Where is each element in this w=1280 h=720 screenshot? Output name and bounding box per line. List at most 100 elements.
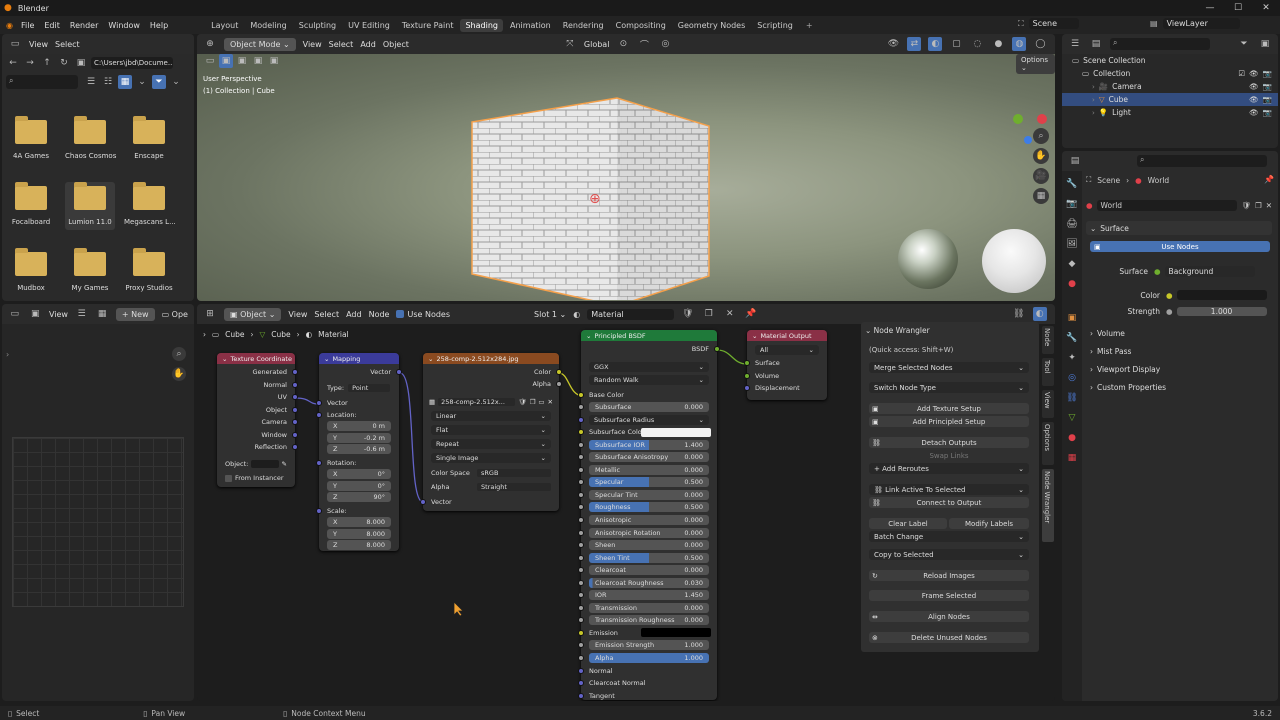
menu-view[interactable]: View: [49, 310, 68, 319]
workspace-tab-sculpting[interactable]: Sculpting: [294, 19, 341, 32]
input-sheen-field[interactable]: Sheen 0.000: [589, 540, 709, 551]
from-instancer-checkbox[interactable]: [225, 474, 232, 482]
strength-field[interactable]: 1.000: [1176, 306, 1267, 316]
constraints-tab-icon[interactable]: ⛓: [1065, 391, 1079, 405]
filter-dropdown-icon[interactable]: ⌄: [169, 75, 183, 89]
input-transmission-field[interactable]: Transmission 0.000: [589, 602, 709, 613]
gizmo-x-axis[interactable]: [1037, 114, 1047, 124]
object-picker-field[interactable]: [251, 460, 279, 468]
switch-node-type-dropdown[interactable]: Switch Node Type ⌄: [869, 382, 1029, 393]
node-header[interactable]: ⌄ 258-comp-2.512x284.jpg: [423, 353, 559, 364]
use-nodes-button[interactable]: ▣ Use Nodes: [1090, 241, 1270, 252]
extension-dropdown[interactable]: Repeat ⌄: [431, 439, 551, 449]
gizmo-icon[interactable]: ⇄: [907, 37, 922, 51]
maximize-button[interactable]: ☐: [1224, 0, 1252, 16]
input-ior-field[interactable]: IOR 1.450: [589, 590, 709, 601]
folder-item[interactable]: Proxy Studios: [124, 248, 174, 296]
output-socket[interactable]: [292, 431, 298, 438]
input-socket[interactable]: [578, 441, 584, 448]
node-header[interactable]: ⌄ Texture Coordinate: [217, 353, 295, 364]
input-subsurface-ior-field[interactable]: Subsurface IOR 1.400: [589, 439, 709, 450]
sidebar-tab-tool[interactable]: Tool: [1042, 358, 1054, 386]
menu-window[interactable]: Window: [108, 21, 140, 30]
list-view-icon[interactable]: ☰: [84, 75, 98, 89]
expand-arrow-icon[interactable]: ›: [1092, 109, 1095, 117]
visibility-icon[interactable]: 👁: [886, 37, 900, 51]
source-dropdown[interactable]: Single Image ⌄: [431, 453, 551, 463]
node-header[interactable]: ⌄ Mapping: [319, 353, 399, 364]
world-datablock-selector[interactable]: ● World 🛡 ❐ ✕: [1086, 198, 1272, 212]
outliner-item-camera[interactable]: › 🎥 Camera 👁 📷: [1062, 80, 1278, 93]
image-canvas-grid[interactable]: [12, 437, 184, 607]
folder-item[interactable]: Enscape: [124, 116, 174, 164]
editor-type-icon[interactable]: ▭: [8, 37, 22, 51]
input-socket[interactable]: [578, 542, 584, 549]
new-image-button[interactable]: + New: [115, 307, 155, 321]
workspace-tab-shading[interactable]: Shading: [460, 18, 503, 32]
folder-item[interactable]: Lumion 11.0: [65, 182, 115, 230]
shading-wire-icon[interactable]: ◌: [970, 37, 984, 51]
input-clearcoat-field[interactable]: Clearcoat 0.000: [589, 565, 709, 576]
input-socket[interactable]: [578, 454, 584, 461]
outliner-item-cube[interactable]: › ▽ Cube 👁 📷: [1062, 93, 1278, 106]
node-wrangler-title[interactable]: ⌄ Node Wrangler: [865, 326, 930, 335]
surface-shader-dropdown[interactable]: Background: [1164, 265, 1255, 277]
eyedropper-icon[interactable]: ✎: [282, 460, 287, 468]
rot-y-field[interactable]: Y 0°: [327, 480, 391, 491]
add-workspace-icon[interactable]: +: [806, 21, 813, 30]
viewport-canvas[interactable]: ▭ ▣ ▣ ▣ ▣ User Perspective (1) Collectio…: [197, 54, 1055, 301]
menu-edit[interactable]: Edit: [44, 21, 60, 30]
frame-selected-button[interactable]: Frame Selected: [869, 590, 1029, 601]
color-swatch[interactable]: [641, 427, 711, 437]
input-socket[interactable]: [578, 579, 584, 586]
3d-viewport[interactable]: ⊕ Object Mode ⌄ View Select Add Object ⤧…: [197, 34, 1055, 301]
folder-item[interactable]: Chaos Cosmos: [65, 116, 116, 164]
data-tab-icon[interactable]: ▽: [1065, 411, 1079, 425]
loc-x-field[interactable]: X0 m: [327, 421, 391, 431]
back-icon[interactable]: ←: [6, 56, 20, 70]
alpha-mode-dropdown[interactable]: Straight: [477, 483, 551, 491]
add-reroutes-dropdown[interactable]: + Add Reroutes ⌄: [869, 463, 1029, 474]
viewlayer-selector[interactable]: ▤ ViewLayer: [1150, 18, 1240, 29]
scale-socket[interactable]: [316, 508, 322, 514]
sidebar-tab-node[interactable]: Node: [1042, 326, 1054, 354]
panel-volume[interactable]: › Volume: [1086, 327, 1272, 339]
rot-z-field[interactable]: Z 90°: [327, 492, 391, 502]
loc-y-field[interactable]: Y -0.2 m: [327, 432, 391, 443]
loc-z-field[interactable]: Z -0.6 m: [327, 444, 391, 454]
scl-y-field[interactable]: Y 8.000: [327, 528, 391, 539]
select-box-icon[interactable]: ▭: [203, 54, 217, 68]
gizmo-z-axis[interactable]: [1024, 136, 1032, 144]
blender-menu-icon[interactable]: ◉: [6, 21, 13, 30]
xray-icon[interactable]: ▢: [949, 37, 963, 51]
material-output-node[interactable]: ⌄ Material Output All ⌄ Surface Volume Disp…: [744, 330, 827, 400]
visibility-eye-icon[interactable]: 👁: [1249, 95, 1259, 104]
output-socket[interactable]: [292, 419, 298, 425]
folder-item[interactable]: 4A Games: [6, 116, 56, 164]
input-anisotropic-rotation-field[interactable]: Anisotropic Rotation 0.000: [589, 527, 709, 538]
workspace-tab-scripting[interactable]: Scripting: [752, 19, 798, 32]
shading-rendered-icon[interactable]: ◯: [1033, 37, 1047, 51]
output-socket[interactable]: [292, 394, 298, 400]
material-tab-icon[interactable]: ●: [1065, 431, 1079, 445]
editor-type-icon[interactable]: ▤: [1068, 154, 1082, 168]
link-active-to-selected-dropdown[interactable]: ⛓ Link Active To Selected ⌄: [869, 484, 1029, 495]
modifier-tab-icon[interactable]: 🔧: [1065, 331, 1079, 345]
node-header[interactable]: ⌄ Principled BSDF: [581, 330, 717, 341]
new-collection-icon[interactable]: ▣: [1258, 37, 1272, 51]
input-socket[interactable]: [578, 491, 584, 498]
visibility-eye-icon[interactable]: 👁: [1249, 82, 1259, 91]
folder-item[interactable]: My Games: [65, 248, 115, 296]
select-subtract-icon[interactable]: ▣: [251, 54, 265, 68]
menu-render[interactable]: Render: [70, 21, 98, 30]
scene-tab-icon[interactable]: ◆: [1065, 257, 1079, 271]
base-color-socket[interactable]: [578, 392, 584, 398]
input-alpha-field[interactable]: Alpha 1.000: [589, 653, 709, 663]
input-roughness-field[interactable]: Roughness 0.500: [589, 502, 709, 513]
select-extend-icon[interactable]: ▣: [235, 54, 249, 68]
menu-view[interactable]: View: [303, 40, 322, 49]
delete-unused-nodes-button[interactable]: ⊗ Delete Unused Nodes: [869, 632, 1029, 643]
input-anisotropic-field[interactable]: Anisotropic 0.000: [589, 514, 709, 525]
fake-user-icon[interactable]: 🛡: [1241, 201, 1251, 210]
input-subsurface-anisotropy-field[interactable]: Subsurface Anisotropy 0.000: [589, 452, 709, 463]
